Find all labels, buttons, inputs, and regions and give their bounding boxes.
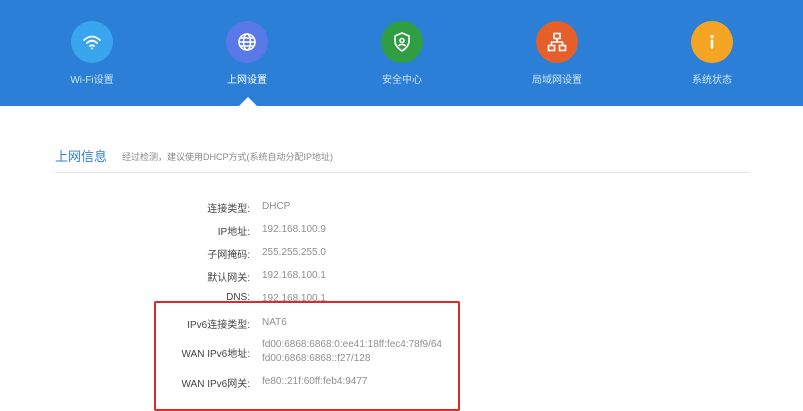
nav-label-status: 系统状态 xyxy=(692,75,732,86)
section-hint: 经过检测，建议使用DHCP方式(系统自动分配IP地址) xyxy=(122,152,334,162)
ipv6-highlight-box xyxy=(154,301,460,411)
info-row-gateway: 默认网关: 192.168.100.1 xyxy=(0,269,803,287)
info-row-connection-type: 连接类型: DHCP xyxy=(0,200,803,218)
nav-security-center[interactable]: 安全中心 xyxy=(352,21,452,91)
section-title: 上网信息 xyxy=(55,149,108,164)
gateway-label: 默认网关: xyxy=(207,273,250,284)
globe-icon xyxy=(226,21,268,63)
nav-label-lan: 局域网设置 xyxy=(532,75,582,86)
section-divider xyxy=(55,172,749,173)
nav-label-internet: 上网设置 xyxy=(227,75,267,86)
ip-label: IP地址: xyxy=(217,227,250,238)
wifi-icon xyxy=(71,21,113,63)
nav-internet-settings[interactable]: 上网设置 xyxy=(197,21,297,91)
connection-type-value: DHCP xyxy=(262,201,291,212)
network-icon xyxy=(536,21,578,63)
shield-icon xyxy=(381,21,423,63)
info-row-subnet-mask: 子网掩码: 255.255.255.0 xyxy=(0,246,803,264)
subnet-mask-label: 子网掩码: xyxy=(207,250,250,261)
info-icon xyxy=(691,21,733,63)
connection-type-label: 连接类型: xyxy=(207,204,250,215)
nav-system-status[interactable]: 系统状态 xyxy=(662,21,762,91)
nav-lan-settings[interactable]: 局域网设置 xyxy=(507,21,607,91)
nav-label-security: 安全中心 xyxy=(382,75,422,86)
active-tab-pointer xyxy=(239,97,257,106)
gateway-value: 192.168.100.1 xyxy=(262,270,326,281)
top-nav-bar: Wi-Fi设置 上网设置 安全中心 局域网设置 系统状态 xyxy=(0,0,803,106)
subnet-mask-value: 255.255.255.0 xyxy=(262,247,326,258)
nav-wifi-settings[interactable]: Wi-Fi设置 xyxy=(42,21,142,91)
info-row-ip: IP地址: 192.168.100.9 xyxy=(0,223,803,241)
nav-label-wifi: Wi-Fi设置 xyxy=(70,75,114,86)
ip-value: 192.168.100.9 xyxy=(262,224,326,235)
